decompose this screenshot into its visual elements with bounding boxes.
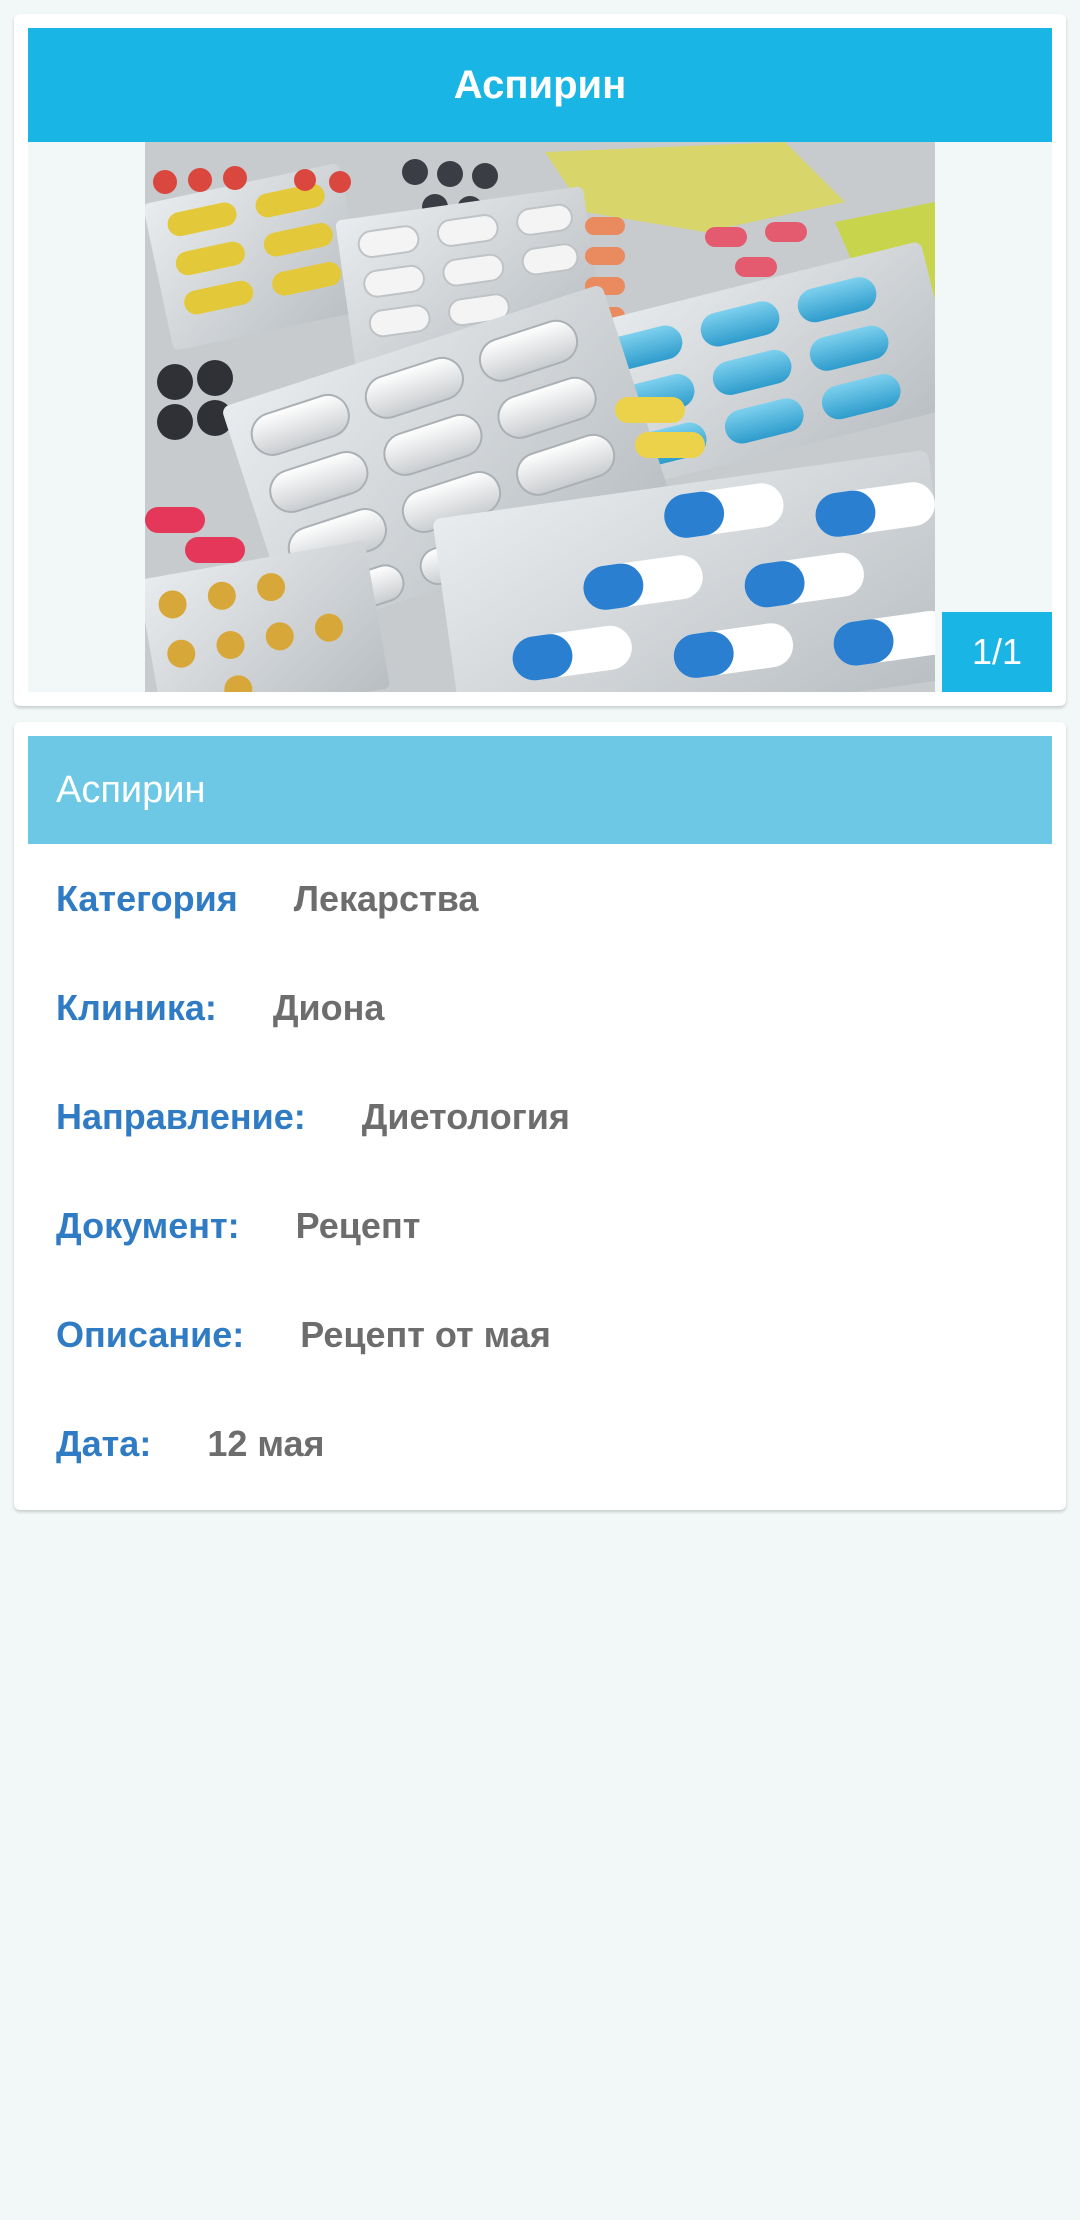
details-title: Аспирин: [28, 736, 1052, 844]
detail-label: Направление:: [56, 1095, 306, 1137]
detail-label: Клиника:: [56, 986, 217, 1028]
detail-value: Диетология: [361, 1095, 570, 1137]
detail-label: Описание:: [56, 1313, 245, 1355]
details-card: Аспирин Категория Лекарства Клиника: Дио…: [14, 722, 1066, 1510]
detail-label: Документ:: [56, 1204, 240, 1246]
detail-row-direction: Направление: Диетология: [56, 1062, 1046, 1171]
detail-value: Рецепт от мая: [300, 1313, 551, 1355]
detail-value: Рецепт: [295, 1204, 421, 1246]
image-gallery[interactable]: 1/1: [28, 142, 1052, 692]
detail-value: Диона: [272, 986, 385, 1028]
detail-row-date: Дата: 12 мая: [56, 1389, 1046, 1498]
detail-label: Категория: [56, 877, 238, 919]
gallery-title: Аспирин: [28, 28, 1052, 142]
detail-row-category: Категория Лекарства: [56, 844, 1046, 953]
detail-row-document: Документ: Рецепт: [56, 1171, 1046, 1280]
medicine-photo[interactable]: [145, 142, 935, 692]
image-counter: 1/1: [942, 612, 1052, 692]
detail-value: Лекарства: [293, 877, 479, 919]
detail-value: 12 мая: [207, 1422, 325, 1464]
detail-row-clinic: Клиника: Диона: [56, 953, 1046, 1062]
detail-label: Дата:: [56, 1422, 152, 1464]
gallery-card: Аспирин 1/1: [14, 14, 1066, 706]
details-list: Категория Лекарства Клиника: Диона Напра…: [56, 844, 1046, 1498]
detail-row-description: Описание: Рецепт от мая: [56, 1280, 1046, 1389]
